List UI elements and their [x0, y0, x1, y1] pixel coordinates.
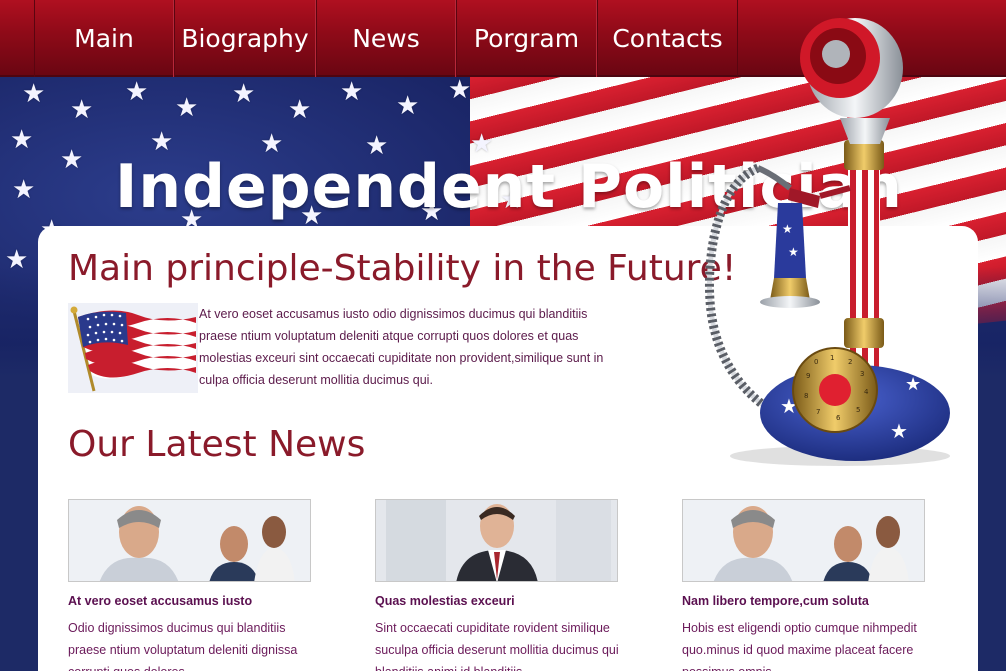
- svg-text:★: ★: [905, 374, 921, 395]
- news-excerpt: Sint occaecati cupiditate rovident simil…: [375, 621, 619, 671]
- svg-text:9: 9: [806, 372, 810, 380]
- news-thumbnail[interactable]: [68, 499, 311, 582]
- nav-item-news[interactable]: News: [316, 0, 456, 77]
- star-icon: ★: [396, 91, 420, 121]
- nav-item-program[interactable]: Porgram: [456, 0, 597, 77]
- american-flag-image: [68, 303, 198, 393]
- star-icon: ★: [232, 79, 256, 109]
- news-thumbnail[interactable]: [682, 499, 925, 582]
- news-thumbnail[interactable]: [375, 499, 618, 582]
- patriotic-telephone-image: ★ ★ ★ ★ ★ 1 23 456 789 0: [704, 18, 950, 466]
- news-card: At vero eoset accusamus iusto Odio digni…: [68, 499, 313, 671]
- star-icon: ★: [70, 95, 94, 125]
- news-excerpt: Odio dignissimos ducimus qui blanditiis …: [68, 621, 298, 671]
- waving-flag-icon: [70, 306, 196, 392]
- news-headline-link[interactable]: Nam libero tempore,cum soluta: [682, 594, 927, 608]
- star-icon: ★: [22, 79, 46, 109]
- svg-text:★: ★: [788, 245, 799, 259]
- business-people-image: [69, 500, 310, 581]
- news-card: Nam libero tempore,cum soluta Hobis est …: [682, 499, 927, 671]
- star-icon: ★: [175, 93, 199, 123]
- nav-item-biography[interactable]: Biography: [174, 0, 316, 77]
- svg-text:8: 8: [804, 392, 808, 400]
- nav-item-main[interactable]: Main: [34, 0, 174, 77]
- star-icon: ★: [10, 125, 34, 155]
- nav-menu: Main Biography News Porgram Contacts: [34, 0, 738, 77]
- intro-paragraph: At vero eoset accusamus iusto odio digni…: [199, 307, 604, 387]
- svg-text:0: 0: [814, 358, 818, 366]
- star-icon: ★: [448, 77, 472, 105]
- businessman-image: [376, 500, 617, 581]
- star-icon: ★: [60, 145, 84, 175]
- star-icon: ★: [340, 77, 364, 107]
- svg-text:6: 6: [836, 414, 841, 422]
- principle-heading: Main principle-Stability in the Future!: [68, 248, 737, 289]
- svg-text:1: 1: [830, 354, 834, 362]
- news-headline-link[interactable]: At vero eoset accusamus iusto: [68, 594, 313, 608]
- star-icon: ★: [125, 77, 149, 107]
- svg-text:2: 2: [848, 358, 852, 366]
- svg-text:3: 3: [860, 370, 864, 378]
- star-icon: ★: [12, 175, 36, 205]
- svg-text:4: 4: [864, 388, 869, 396]
- svg-text:★: ★: [782, 222, 793, 236]
- business-people-image: [683, 500, 924, 581]
- svg-text:★: ★: [890, 419, 908, 443]
- svg-text:5: 5: [856, 406, 860, 414]
- star-icon: ★: [288, 95, 312, 125]
- svg-text:7: 7: [816, 408, 820, 416]
- news-card: Quas molestias exceuri Sint occaecati cu…: [375, 499, 620, 671]
- latest-news-heading: Our Latest News: [68, 424, 366, 465]
- news-excerpt: Hobis est eligendi optio cumque nihmpedi…: [682, 621, 917, 671]
- news-headline-link[interactable]: Quas molestias exceuri: [375, 594, 620, 608]
